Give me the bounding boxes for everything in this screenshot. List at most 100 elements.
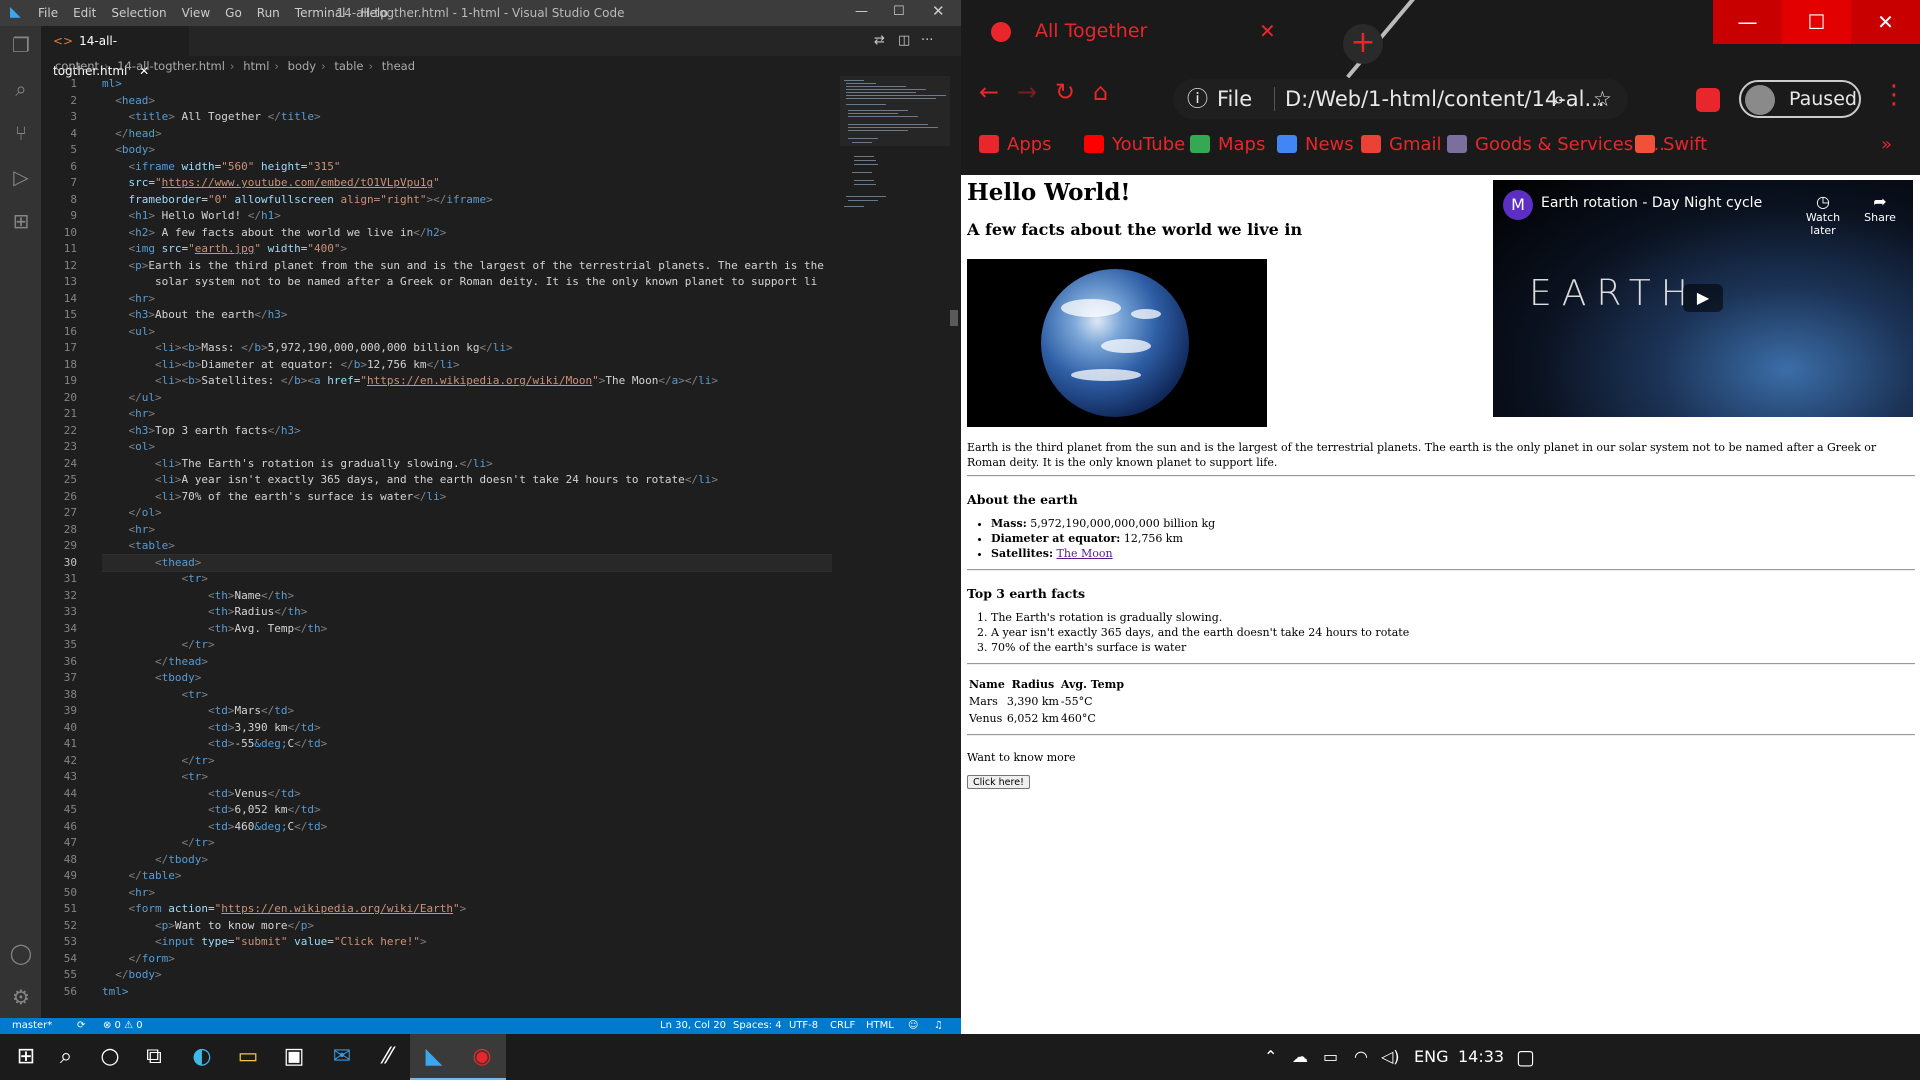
code-line[interactable]: </ul> xyxy=(102,390,832,407)
zoom-icon[interactable]: ⌕ xyxy=(1553,79,1565,119)
code-line[interactable]: <li><b>Satellites: </b><a href="https://… xyxy=(102,373,832,390)
breadcrumb-item[interactable]: thead xyxy=(382,59,415,73)
settings-gear-icon[interactable]: ⚙ xyxy=(8,984,34,1010)
code-line[interactable]: <h2> A few facts about the world we live… xyxy=(102,225,832,242)
code-line[interactable]: <th>Name</th> xyxy=(102,588,832,605)
code-line[interactable]: tml> xyxy=(102,984,832,1001)
extensions-icon[interactable]: ⊞ xyxy=(8,208,34,234)
code-line[interactable]: <td>6,052 km</td> xyxy=(102,802,832,819)
minimize-icon[interactable]: — xyxy=(855,4,868,19)
forward-arrow-icon[interactable]: → xyxy=(1017,78,1037,106)
explorer-icon[interactable]: ❐ xyxy=(8,32,34,58)
code-line[interactable]: solar system not to be named after a Gre… xyxy=(102,274,832,291)
wifi-icon[interactable]: ◠ xyxy=(1354,1034,1368,1080)
code-line[interactable]: <li><b>Mass: </b>5,972,190,000,000,000 b… xyxy=(102,340,832,357)
bookmark-apps[interactable]: Apps xyxy=(979,134,1052,155)
code-line[interactable]: src="https://www.youtube.com/embed/tO1VL… xyxy=(102,175,832,192)
code-line[interactable]: <thead> xyxy=(102,553,832,572)
code-line[interactable]: </head> xyxy=(102,126,832,143)
bookmark-swift[interactable]: Swift xyxy=(1635,134,1707,155)
back-arrow-icon[interactable]: ← xyxy=(979,78,999,106)
code-line[interactable]: <td>Mars</td> xyxy=(102,703,832,720)
code-line[interactable]: <tr> xyxy=(102,769,832,786)
edge-icon[interactable]: ◐ xyxy=(178,1034,226,1080)
notifications-bell-icon[interactable]: ♫ xyxy=(934,1018,943,1034)
minimap[interactable] xyxy=(840,76,950,256)
youtube-embed[interactable]: M Earth rotation - Day Night cycle ◷ Watc… xyxy=(1493,180,1913,417)
battery-icon[interactable]: ▭ xyxy=(1323,1034,1338,1080)
mail-icon[interactable]: ✉ xyxy=(318,1034,366,1080)
clock[interactable]: 14:33 xyxy=(1458,1034,1504,1080)
code-line[interactable]: <td>3,390 km</td> xyxy=(102,720,832,737)
encoding[interactable]: UTF-8 xyxy=(789,1018,818,1034)
code-line[interactable]: </ol> xyxy=(102,505,832,522)
open-changes-icon[interactable]: ⇄ xyxy=(874,33,885,48)
more-bookmarks-icon[interactable]: » xyxy=(1881,134,1892,155)
breadcrumb-item[interactable]: content xyxy=(55,59,99,73)
extensions-puzzle-icon[interactable] xyxy=(1696,88,1720,112)
close-icon[interactable]: ✕ xyxy=(932,2,945,20)
code-line[interactable]: </tbody> xyxy=(102,852,832,869)
code-line[interactable]: <form action="https://en.wikipedia.org/w… xyxy=(102,901,832,918)
code-line[interactable]: <hr> xyxy=(102,291,832,308)
close-icon[interactable]: ✕ xyxy=(1851,0,1920,44)
breadcrumb-item[interactable]: body xyxy=(288,59,316,73)
code-line[interactable]: <title> All Together </title> xyxy=(102,109,832,126)
code-line[interactable]: </thead> xyxy=(102,654,832,671)
breadcrumb-item[interactable]: table xyxy=(334,59,363,73)
vscode-taskbar-icon[interactable]: ◣ xyxy=(410,1034,458,1080)
code-line[interactable]: <th>Avg. Temp</th> xyxy=(102,621,832,638)
code-line[interactable]: <ol> xyxy=(102,439,832,456)
search-icon[interactable]: ⌕ xyxy=(8,76,34,102)
bookmark-news[interactable]: News xyxy=(1277,134,1354,155)
chrome-menu-icon[interactable]: ⋮ xyxy=(1881,80,1907,110)
code-line[interactable]: <th>Radius</th> xyxy=(102,604,832,621)
code-line[interactable]: <hr> xyxy=(102,885,832,902)
profile-button[interactable]: Paused xyxy=(1739,80,1861,118)
code-line[interactable]: <li>70% of the earth's surface is water<… xyxy=(102,489,832,506)
code-line[interactable]: <td>460&deg;C</td> xyxy=(102,819,832,836)
app-icon[interactable]: ⁄⁄ xyxy=(364,1034,412,1080)
tray-overflow-icon[interactable]: ⌃ xyxy=(1264,1034,1277,1080)
video-title[interactable]: Earth rotation - Day Night cycle xyxy=(1541,195,1762,211)
code-line[interactable]: <td>-55&deg;C</td> xyxy=(102,736,832,753)
play-button[interactable]: ▶ xyxy=(1683,284,1723,312)
watch-later-button[interactable]: ◷ Watch later xyxy=(1793,192,1853,237)
source-control-icon[interactable]: ⑂ xyxy=(8,120,34,146)
maximize-icon[interactable]: ☐ xyxy=(1782,0,1851,44)
accounts-icon[interactable]: ◯ xyxy=(8,940,34,966)
minimize-icon[interactable]: — xyxy=(1713,0,1782,44)
share-button[interactable]: ➦ Share xyxy=(1855,192,1905,224)
code-line[interactable]: <tr> xyxy=(102,687,832,704)
moon-link[interactable]: The Moon xyxy=(1057,547,1113,560)
code-line[interactable]: <li>A year isn't exactly 365 days, and t… xyxy=(102,472,832,489)
file-explorer-icon[interactable]: ▭ xyxy=(224,1034,272,1080)
action-center-icon[interactable]: ▢ xyxy=(1516,1034,1535,1080)
code-line[interactable]: <table> xyxy=(102,538,832,555)
address-bar[interactable]: ⓘ File D:/Web/1-html/content/14-al... ⌕ … xyxy=(1173,79,1628,119)
code-line[interactable]: <img src="earth.jpg" width="400"> xyxy=(102,241,832,258)
site-info-icon[interactable]: ⓘ xyxy=(1187,79,1208,119)
channel-avatar[interactable]: M xyxy=(1503,190,1533,220)
code-line[interactable]: <hr> xyxy=(102,406,832,423)
code-line[interactable]: <p>Earth is the third planet from the su… xyxy=(102,258,832,275)
new-tab-button[interactable]: + xyxy=(1343,24,1383,64)
git-branch[interactable]: master* xyxy=(12,1018,52,1034)
language-mode[interactable]: HTML xyxy=(866,1018,894,1034)
code-line[interactable]: <head> xyxy=(102,93,832,110)
code-line[interactable]: <li>The Earth's rotation is gradually sl… xyxy=(102,456,832,473)
code-line[interactable]: frameborder="0" allowfullscreen align="r… xyxy=(102,192,832,209)
indentation[interactable]: Spaces: 4 xyxy=(733,1018,782,1034)
search-icon[interactable]: ⌕ xyxy=(42,1034,90,1080)
code-line[interactable]: <ul> xyxy=(102,324,832,341)
maximize-icon[interactable]: ☐ xyxy=(893,4,905,19)
more-actions-icon[interactable]: ··· xyxy=(921,33,933,48)
breadcrumb-item[interactable]: html xyxy=(243,59,269,73)
code-line[interactable]: <body> xyxy=(102,142,832,159)
code-line[interactable]: <h3>About the earth</h3> xyxy=(102,307,832,324)
volume-icon[interactable]: ◁) xyxy=(1381,1034,1400,1080)
bookmark-maps[interactable]: Maps xyxy=(1190,134,1265,155)
cursor-position[interactable]: Ln 30, Col 20 xyxy=(660,1018,726,1034)
split-editor-icon[interactable]: ◫ xyxy=(898,33,910,48)
code-line[interactable]: </tr> xyxy=(102,835,832,852)
